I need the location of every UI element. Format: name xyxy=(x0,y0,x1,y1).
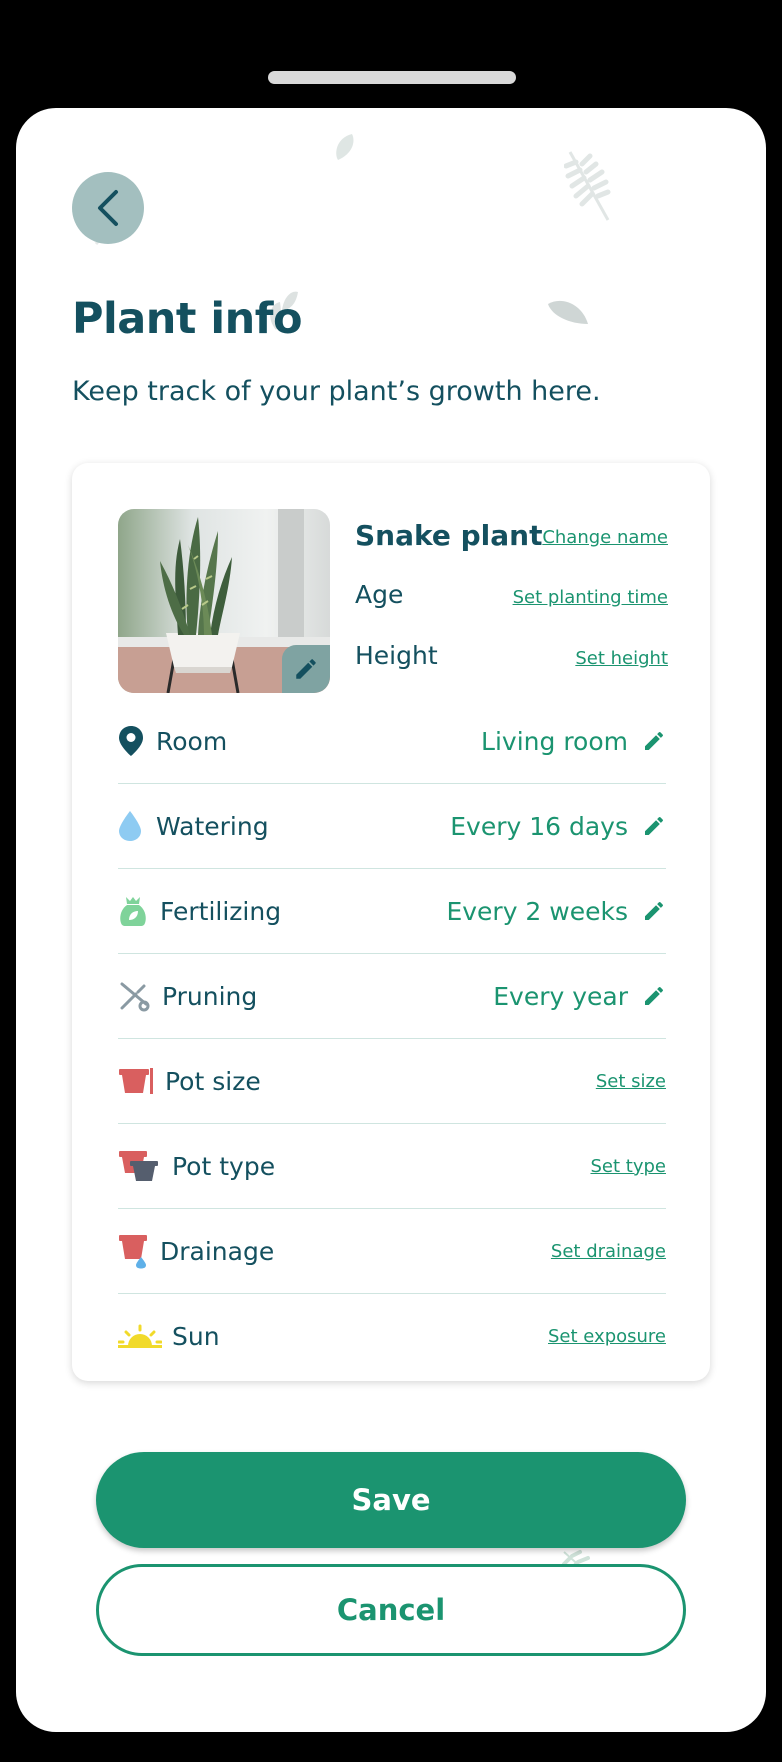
leaf-decoration-icon xyxy=(564,151,611,221)
room-value: Living room xyxy=(481,726,628,756)
location-pin-icon xyxy=(118,725,156,757)
set-exposure-link[interactable]: Set exposure xyxy=(548,1326,666,1347)
drainage-pot-icon xyxy=(118,1233,160,1269)
set-height-link[interactable]: Set height xyxy=(575,648,668,669)
row-label: Drainage xyxy=(160,1236,275,1266)
row-label: Watering xyxy=(156,811,269,841)
row-pot-type: Pot type Set type xyxy=(118,1124,666,1209)
care-list: Room Living room Watering Every 16 days … xyxy=(118,699,666,1378)
edit-pruning-button[interactable] xyxy=(642,984,666,1008)
pencil-icon xyxy=(645,816,664,835)
plant-photo xyxy=(118,509,330,693)
plant-info-card: Snake plant Change name Age Set planting… xyxy=(72,463,710,1381)
plant-name: Snake plant xyxy=(355,519,543,552)
phone-frame: Plant info Keep track of your plant’s gr… xyxy=(0,0,782,1762)
scissors-icon xyxy=(118,980,162,1012)
row-fertilizing: Fertilizing Every 2 weeks xyxy=(118,869,666,954)
set-size-link[interactable]: Set size xyxy=(596,1071,666,1092)
set-type-link[interactable]: Set type xyxy=(591,1156,667,1177)
pencil-icon xyxy=(296,659,316,679)
watering-value: Every 16 days xyxy=(450,811,628,841)
row-pruning: Pruning Every year xyxy=(118,954,666,1039)
page-subtitle: Keep track of your plant’s growth here. xyxy=(72,376,601,407)
row-sun: Sun Set exposure xyxy=(118,1294,666,1378)
row-label: Pot size xyxy=(165,1066,261,1096)
cancel-button[interactable]: Cancel xyxy=(96,1564,686,1656)
pencil-icon xyxy=(645,901,664,920)
save-button[interactable]: Save xyxy=(96,1452,686,1548)
height-label: Height xyxy=(355,641,438,670)
fertilizer-bag-icon xyxy=(118,895,160,927)
row-pot-size: Pot size Set size xyxy=(118,1039,666,1124)
page-title: Plant info xyxy=(72,294,303,344)
edit-watering-button[interactable] xyxy=(642,814,666,838)
speaker-bar xyxy=(268,71,516,84)
chevron-left-icon xyxy=(98,190,118,226)
row-label: Pot type xyxy=(172,1151,276,1181)
set-drainage-link[interactable]: Set drainage xyxy=(551,1241,666,1262)
row-label: Room xyxy=(156,726,228,756)
pot-type-icon xyxy=(118,1149,172,1183)
sun-icon xyxy=(118,1324,172,1348)
age-label: Age xyxy=(355,580,404,609)
edit-photo-button[interactable] xyxy=(282,645,330,693)
row-room: Room Living room xyxy=(118,699,666,784)
edit-room-button[interactable] xyxy=(642,729,666,753)
row-label: Fertilizing xyxy=(160,896,282,926)
row-label: Pruning xyxy=(162,981,258,1011)
edit-fertilizing-button[interactable] xyxy=(642,899,666,923)
back-button[interactable] xyxy=(72,172,144,244)
leaf-decoration-icon xyxy=(548,300,588,324)
pot-size-icon xyxy=(118,1067,165,1095)
water-drop-icon xyxy=(118,810,156,842)
pencil-icon xyxy=(645,731,664,750)
change-name-link[interactable]: Change name xyxy=(542,527,668,548)
row-label: Sun xyxy=(172,1321,220,1351)
pruning-value: Every year xyxy=(493,981,628,1011)
fertilizing-value: Every 2 weeks xyxy=(446,896,628,926)
screen: Plant info Keep track of your plant’s gr… xyxy=(16,108,766,1732)
set-planting-time-link[interactable]: Set planting time xyxy=(513,587,668,608)
pencil-icon xyxy=(645,986,664,1005)
row-watering: Watering Every 16 days xyxy=(118,784,666,869)
leaf-decoration-icon xyxy=(336,134,354,160)
row-drainage: Drainage Set drainage xyxy=(118,1209,666,1294)
